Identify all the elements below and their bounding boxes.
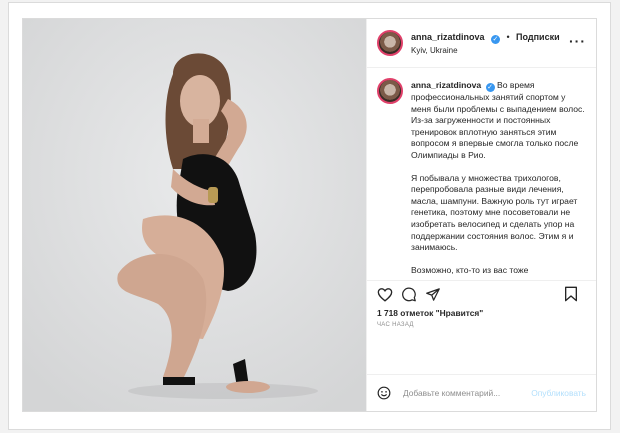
post-header: anna_rizatdinova ✓ • Подписки Kyiv, Ukra… [367, 19, 596, 68]
post-photo[interactable] [23, 19, 367, 411]
caption-paragraph-1: anna_rizatdinova ✓ Во время профессионал… [411, 80, 586, 162]
instagram-post: anna_rizatdinova ✓ • Подписки Kyiv, Ukra… [22, 18, 597, 412]
emoji-icon[interactable] [377, 386, 391, 400]
verified-icon: ✓ [490, 35, 500, 44]
caption-verified-icon: ✓ [485, 83, 495, 92]
header-text: anna_rizatdinova ✓ • Подписки Kyiv, Ukra… [411, 29, 560, 57]
likes-count[interactable]: 1 718 отметок "Нравится" [367, 307, 596, 319]
action-bar [367, 281, 596, 307]
caption-username-link[interactable]: anna_rizatdinova [411, 80, 481, 90]
bookmark-icon[interactable] [564, 286, 578, 302]
caption-text: anna_rizatdinova ✓ Во время профессионал… [411, 80, 586, 280]
caption-area: anna_rizatdinova ✓ Во время профессионал… [367, 68, 596, 281]
follow-button[interactable]: Подписки [516, 32, 560, 42]
username-link[interactable]: anna_rizatdinova [411, 32, 485, 42]
caption-avatar[interactable] [377, 78, 403, 104]
caption-paragraph-3: Возможно, кто-то из вас тоже [411, 264, 529, 275]
heart-icon[interactable] [377, 287, 393, 302]
post-sidebar: anna_rizatdinova ✓ • Подписки Kyiv, Ukra… [367, 19, 596, 411]
more-options-icon[interactable]: ··· [569, 34, 586, 48]
post-timestamp[interactable]: ЧАС НАЗАД [367, 319, 596, 330]
comment-bar: Опубликовать [367, 374, 596, 411]
comment-input[interactable] [401, 387, 515, 399]
avatar[interactable] [377, 30, 403, 56]
share-icon[interactable] [425, 287, 441, 302]
publish-button[interactable]: Опубликовать [531, 388, 586, 398]
location-link[interactable]: Kyiv, Ukraine [411, 44, 560, 57]
post-photo-illustration [23, 19, 366, 411]
caption-paragraph-1-text: Во время профессиональных занятий спорто… [411, 80, 585, 160]
comment-icon[interactable] [401, 287, 417, 302]
caption-paragraph-2: Я побывала у множества трихологов, переп… [411, 172, 578, 253]
separator-dot: • [506, 32, 510, 42]
